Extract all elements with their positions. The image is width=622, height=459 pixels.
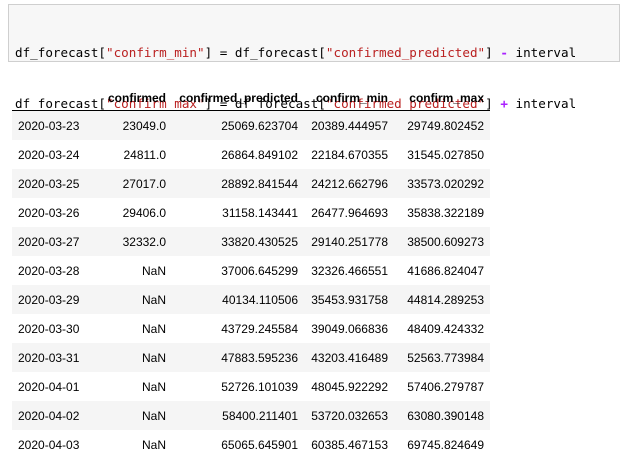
table-cell: NaN xyxy=(92,343,172,372)
table-cell: 47883.595236 xyxy=(172,343,304,372)
column-header-confirmed-predicted: confirmed_predicted xyxy=(172,86,304,111)
table-row: 2020-03-28NaN37006.64529932326.466551416… xyxy=(12,256,490,285)
table-cell: 32332.0 xyxy=(92,227,172,256)
row-index-cell: 2020-03-31 xyxy=(12,343,92,372)
code-string: "confirmed_predicted" xyxy=(326,45,485,60)
table-cell: 58400.211401 xyxy=(172,401,304,430)
table-cell: 25069.623704 xyxy=(172,111,304,141)
table-cell: NaN xyxy=(92,430,172,459)
table-cell: 20389.444957 xyxy=(304,111,394,141)
table-cell: NaN xyxy=(92,314,172,343)
table-cell: 24811.0 xyxy=(92,140,172,169)
table-cell: 35838.322189 xyxy=(394,198,490,227)
row-index-cell: 2020-04-01 xyxy=(12,372,92,401)
cell-output: confirmed confirmed_predicted confirm_mi… xyxy=(12,86,490,459)
table-cell: 48409.424332 xyxy=(394,314,490,343)
table-cell: 33820.430525 xyxy=(172,227,304,256)
row-index-cell: 2020-03-23 xyxy=(12,111,92,141)
code-token: ] xyxy=(485,45,500,60)
row-index-cell: 2020-03-29 xyxy=(12,285,92,314)
table-cell: 24212.662796 xyxy=(304,169,394,198)
table-cell: 37006.645299 xyxy=(172,256,304,285)
table-row: 2020-03-2527017.028892.84154424212.66279… xyxy=(12,169,490,198)
table-cell: 29406.0 xyxy=(92,198,172,227)
row-index-cell: 2020-03-24 xyxy=(12,140,92,169)
code-operator: + xyxy=(500,96,508,111)
table-cell: 35453.931758 xyxy=(304,285,394,314)
code-token: df_forecast[ xyxy=(15,45,106,60)
table-cell: 52726.101039 xyxy=(172,372,304,401)
table-cell: 63080.390148 xyxy=(394,401,490,430)
column-header-confirm-max: confirm_max xyxy=(394,86,490,111)
table-row: 2020-04-01NaN52726.10103948045.922292574… xyxy=(12,372,490,401)
table-cell: 27017.0 xyxy=(92,169,172,198)
code-line-1: df_forecast["confirm_min"] = df_forecast… xyxy=(15,44,619,61)
column-header-confirm-min: confirm_min xyxy=(304,86,394,111)
table-cell: 23049.0 xyxy=(92,111,172,141)
table-cell: 26477.964693 xyxy=(304,198,394,227)
table-row: 2020-03-30NaN43729.24558439049.066836484… xyxy=(12,314,490,343)
table-cell: 33573.020292 xyxy=(394,169,490,198)
table-body: 2020-03-2323049.025069.62370420389.44495… xyxy=(12,111,490,459)
table-row: 2020-03-31NaN47883.59523643203.416489525… xyxy=(12,343,490,372)
table-row: 2020-03-2732332.033820.43052529140.25177… xyxy=(12,227,490,256)
code-cell-input[interactable]: df_forecast["confirm_min"] = df_forecast… xyxy=(8,4,620,62)
code-operator: - xyxy=(500,45,508,60)
code-token: interval xyxy=(508,45,576,60)
table-cell: 28892.841544 xyxy=(172,169,304,198)
table-row: 2020-03-29NaN40134.11050635453.931758448… xyxy=(12,285,490,314)
table-cell: NaN xyxy=(92,401,172,430)
table-cell: 32326.466551 xyxy=(304,256,394,285)
table-cell: 29140.251778 xyxy=(304,227,394,256)
table-row: 2020-04-03NaN65065.64590160385.467153697… xyxy=(12,430,490,459)
table-cell: 69745.824649 xyxy=(394,430,490,459)
table-header-row: confirmed confirmed_predicted confirm_mi… xyxy=(12,86,490,111)
row-index-cell: 2020-04-03 xyxy=(12,430,92,459)
table-cell: 44814.289253 xyxy=(394,285,490,314)
table-row: 2020-03-2424811.026864.84910222184.67035… xyxy=(12,140,490,169)
table-cell: 43729.245584 xyxy=(172,314,304,343)
table-row: 2020-03-2629406.031158.14344126477.96469… xyxy=(12,198,490,227)
table-cell: 43203.416489 xyxy=(304,343,394,372)
column-header-confirmed: confirmed xyxy=(92,86,172,111)
row-index-cell: 2020-04-02 xyxy=(12,401,92,430)
table-cell: NaN xyxy=(92,372,172,401)
table-cell: 31158.143441 xyxy=(172,198,304,227)
table-cell: 29749.802452 xyxy=(394,111,490,141)
table-row: 2020-04-02NaN58400.21140153720.032653630… xyxy=(12,401,490,430)
table-cell: 40134.110506 xyxy=(172,285,304,314)
table-cell: 57406.279787 xyxy=(394,372,490,401)
table-cell: 41686.824047 xyxy=(394,256,490,285)
code-token: ] = df_forecast[ xyxy=(205,45,326,60)
row-index-cell: 2020-03-28 xyxy=(12,256,92,285)
table-cell: NaN xyxy=(92,256,172,285)
table-cell: 38500.609273 xyxy=(394,227,490,256)
table-cell: 48045.922292 xyxy=(304,372,394,401)
code-token: interval xyxy=(508,96,576,111)
table-cell: 52563.773984 xyxy=(394,343,490,372)
table-cell: 22184.670355 xyxy=(304,140,394,169)
table-cell: NaN xyxy=(92,285,172,314)
table-cell: 60385.467153 xyxy=(304,430,394,459)
column-header-index xyxy=(12,86,92,111)
row-index-cell: 2020-03-25 xyxy=(12,169,92,198)
row-index-cell: 2020-03-27 xyxy=(12,227,92,256)
row-index-cell: 2020-03-26 xyxy=(12,198,92,227)
table-cell: 26864.849102 xyxy=(172,140,304,169)
table-cell: 31545.027850 xyxy=(394,140,490,169)
dataframe-table: confirmed confirmed_predicted confirm_mi… xyxy=(12,86,490,459)
table-cell: 65065.645901 xyxy=(172,430,304,459)
table-row: 2020-03-2323049.025069.62370420389.44495… xyxy=(12,111,490,141)
row-index-cell: 2020-03-30 xyxy=(12,314,92,343)
table-cell: 39049.066836 xyxy=(304,314,394,343)
code-string: "confirm_min" xyxy=(106,45,205,60)
table-cell: 53720.032653 xyxy=(304,401,394,430)
